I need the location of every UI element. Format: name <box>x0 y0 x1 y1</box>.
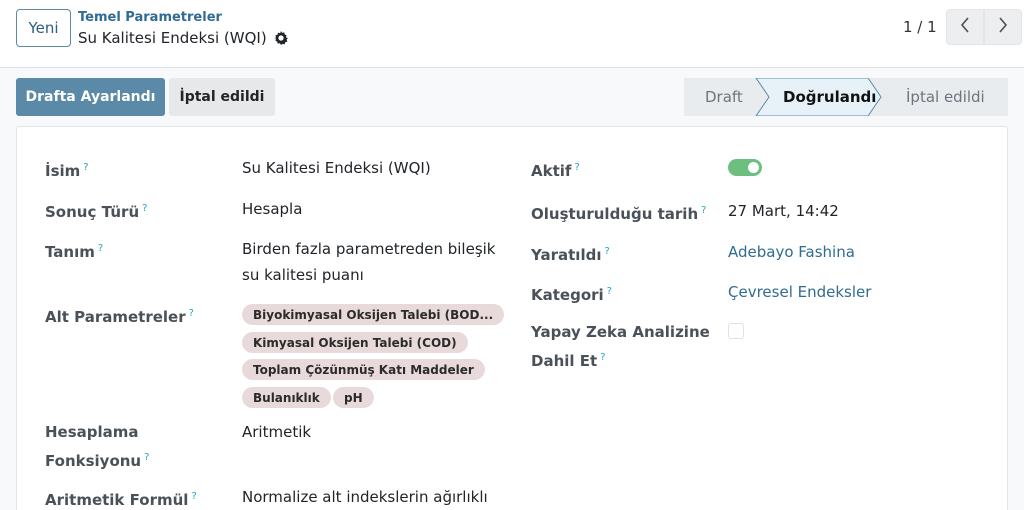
set-to-draft-button[interactable]: Drafta Ayarlandı <box>16 78 165 116</box>
gear-icon[interactable] <box>273 31 288 45</box>
ai-analysis-checkbox[interactable] <box>728 323 744 339</box>
record-title: Su Kalitesi Endeksi (WQI) <box>78 29 267 47</box>
pager-previous-button[interactable] <box>946 9 984 45</box>
help-icon[interactable]: ? <box>83 162 88 173</box>
created-by-link[interactable]: Adebayo Fashina <box>728 239 855 265</box>
created-date-label: Oluşturulduğu tarih? <box>531 205 707 223</box>
pager-next-button[interactable] <box>984 9 1022 45</box>
calculation-function-label: Hesaplama Fonksiyonu? <box>45 423 150 470</box>
arithmetic-formula-label: Aritmetik Formül? <box>45 491 197 509</box>
calculation-function-value[interactable]: Aritmetik <box>242 419 311 445</box>
description-line: Birden fazla parametreden bileşik <box>242 240 496 258</box>
name-value[interactable]: Su Kalitesi Endeksi (WQI) <box>242 155 431 181</box>
name-label: İsim? <box>45 162 89 180</box>
tag-cod[interactable]: Kimyasal Oksijen Talebi (COD) <box>242 332 468 353</box>
category-link[interactable]: Çevresel Endeksler <box>728 279 871 305</box>
sub-parameters-label: Alt Parametreler? <box>45 308 194 326</box>
tag-bod[interactable]: Biyokimyasal Oksijen Talebi (BOD... <box>242 304 505 325</box>
stage-draft[interactable]: Draft <box>705 78 743 116</box>
status-bar: Draft Doğrulandı İptal edildi <box>684 78 1008 116</box>
tag-tds[interactable]: Toplam Çözünmüş Katı Maddeler <box>242 359 485 380</box>
result-type-label: Sonuç Türü? <box>45 203 148 221</box>
category-label: Kategori? <box>531 286 612 304</box>
breadcrumb-current: Su Kalitesi Endeksi (WQI) <box>78 29 288 47</box>
help-icon[interactable]: ? <box>607 286 612 297</box>
help-icon[interactable]: ? <box>98 243 103 254</box>
description-label: Tanım? <box>45 243 104 261</box>
help-icon[interactable]: ? <box>701 205 706 216</box>
stage-validated[interactable]: Doğrulandı <box>783 78 876 116</box>
result-type-value[interactable]: Hesapla <box>242 196 302 222</box>
ai-analysis-label: Yapay Zeka Analizine Dahil Et? <box>531 323 710 370</box>
tag-turbidity[interactable]: Bulanıklık <box>242 387 331 408</box>
pager-counter[interactable]: 1 / 1 <box>903 18 937 36</box>
chevron-left-icon <box>960 17 970 37</box>
toggle-knob <box>748 162 759 173</box>
help-icon[interactable]: ? <box>574 162 579 173</box>
help-icon[interactable]: ? <box>144 452 149 463</box>
active-label: Aktif? <box>531 162 580 180</box>
control-panel: Yeni Temel Parametreler Su Kalitesi Ende… <box>0 0 1024 68</box>
help-icon[interactable]: ? <box>600 352 605 363</box>
active-toggle[interactable] <box>728 159 762 176</box>
description-line: su kalitesi puanı <box>242 266 364 284</box>
cancel-button[interactable]: İptal edildi <box>169 78 275 116</box>
created-by-label: Yaratıldı? <box>531 246 610 264</box>
chevron-right-icon <box>998 17 1008 37</box>
tag-ph[interactable]: pH <box>333 387 374 408</box>
help-icon[interactable]: ? <box>142 203 147 214</box>
breadcrumb-parent-link[interactable]: Temel Parametreler <box>78 10 222 25</box>
description-value[interactable]: Birden fazla parametreden bileşik su kal… <box>242 236 496 288</box>
arithmetic-formula-value[interactable]: Normalize alt indekslerin ağırlıklı <box>242 484 488 510</box>
created-date-value: 27 Mart, 14:42 <box>728 202 839 220</box>
new-record-button[interactable]: Yeni <box>16 9 71 47</box>
help-icon[interactable]: ? <box>191 491 196 502</box>
stage-cancelled[interactable]: İptal edildi <box>906 78 985 116</box>
help-icon[interactable]: ? <box>604 246 609 257</box>
help-icon[interactable]: ? <box>189 308 194 319</box>
